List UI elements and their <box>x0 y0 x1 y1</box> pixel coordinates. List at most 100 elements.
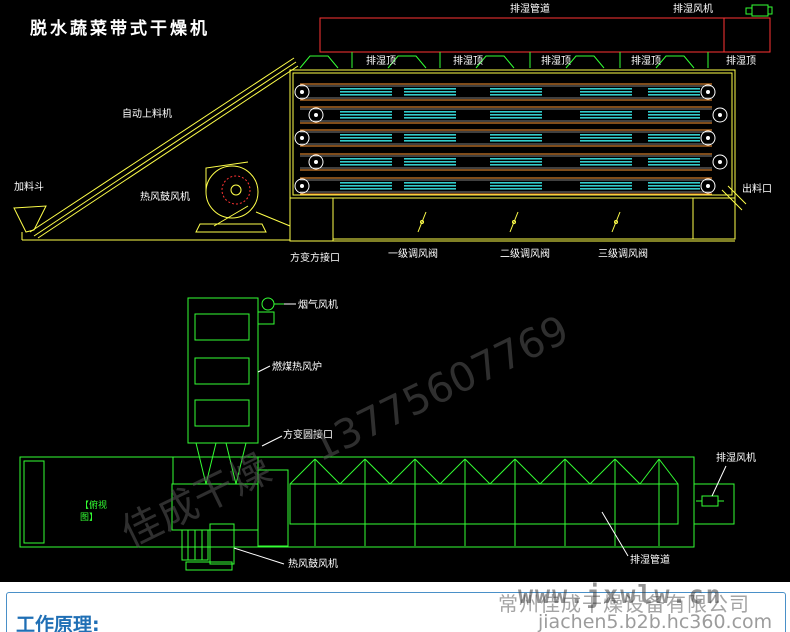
tray-strip <box>648 161 700 163</box>
roller-hub <box>314 160 318 164</box>
truss-line <box>489 458 516 485</box>
truss-line <box>658 458 679 485</box>
damper-1-label: 一级调风阀 <box>388 247 438 260</box>
truss-line <box>514 458 541 485</box>
tray-strip <box>490 88 542 90</box>
roller-hub <box>314 113 318 117</box>
tray-strip <box>490 164 542 166</box>
exhaust-top-label: 排湿顶 <box>726 54 756 67</box>
tray-strip <box>490 161 542 163</box>
exhaust-pipe-bottom-label: 排湿管道 <box>630 553 670 566</box>
smoke-fan-label: 烟气风机 <box>298 298 338 311</box>
tray-strip <box>580 185 632 187</box>
roller-hub <box>718 160 722 164</box>
material-trays <box>340 88 700 190</box>
truss-line <box>639 458 660 485</box>
tray-strip <box>340 185 392 187</box>
tray-strip <box>580 94 632 96</box>
exhaust-top-label: 排湿顶 <box>453 54 483 67</box>
hot-air-blower-label: 热风鼓风机 <box>140 190 190 203</box>
truss-line <box>589 458 616 485</box>
tray-strip <box>404 164 456 166</box>
tray-strip <box>648 134 700 136</box>
tray-strip <box>648 158 700 160</box>
tray-strip <box>404 91 456 93</box>
tray-strip <box>340 114 392 116</box>
tray-strip <box>648 91 700 93</box>
truss-line <box>339 458 366 485</box>
discharge-label: 出料口 <box>742 182 772 195</box>
truss-line <box>364 458 391 485</box>
tray-strip <box>404 182 456 184</box>
truss-line <box>389 458 416 485</box>
conveyor-belts <box>300 83 712 195</box>
tray-strip <box>490 117 542 119</box>
tray-strip <box>340 88 392 90</box>
tray-strip <box>580 158 632 160</box>
tray-strip <box>580 164 632 166</box>
tray-strip <box>340 94 392 96</box>
tray-strip <box>340 188 392 190</box>
tray-strip <box>648 114 700 116</box>
square-to-square-label: 方变方接口 <box>290 251 340 264</box>
tray-strip <box>490 111 542 113</box>
smoke-fan-icon <box>257 297 284 325</box>
tray-strip <box>648 182 700 184</box>
diagram-title: 脱水蔬菜带式干燥机 <box>30 18 210 39</box>
tray-strip <box>490 94 542 96</box>
watermark-phone: 13775607769 <box>304 307 576 471</box>
tray-strip <box>580 91 632 93</box>
hot-air-blower-bottom-label: 热风鼓风机 <box>288 557 338 570</box>
plan-view-label: 图】 <box>80 512 98 523</box>
exhaust-fan-icon <box>745 4 773 17</box>
truss-line <box>289 458 316 485</box>
truss-line <box>564 458 591 485</box>
tray-strip <box>580 134 632 136</box>
belt-rollers <box>294 84 728 194</box>
exhaust-top-label: 排湿顶 <box>541 54 571 67</box>
tray-strip <box>404 140 456 142</box>
tray-strip <box>340 117 392 119</box>
truss-line <box>464 458 491 485</box>
tray-strip <box>580 182 632 184</box>
exhaust-fan-right-icon <box>696 495 724 507</box>
damper-2-label: 二级调风阀 <box>500 247 550 260</box>
roller-hub <box>706 90 710 94</box>
tray-strip <box>648 111 700 113</box>
dampers <box>417 211 621 233</box>
principle-title: 工作原理: <box>16 614 100 632</box>
truss-line <box>539 458 566 485</box>
tray-strip <box>490 91 542 93</box>
tray-strip <box>490 182 542 184</box>
cad-drawing: 脱水蔬菜带式干燥机 排湿管道 排湿风机 排湿顶 排湿顶 排湿顶 排湿顶 排湿顶 <box>0 0 790 582</box>
tray-strip <box>580 114 632 116</box>
tray-strip <box>340 134 392 136</box>
top-exhaust-pipe-label: 排湿管道 <box>510 2 550 15</box>
tray-strip <box>340 91 392 93</box>
plan-view-label: 【俯视 <box>80 499 107 511</box>
feed-hopper-label: 加料斗 <box>14 180 44 193</box>
tray-strip <box>648 185 700 187</box>
tray-strip <box>490 140 542 142</box>
tray-strip <box>404 161 456 163</box>
tray-strip <box>404 185 456 187</box>
watermark-domain: jiachen5.b2b.hc360.com <box>538 611 773 632</box>
tray-strip <box>404 117 456 119</box>
tray-strip <box>404 94 456 96</box>
tray-strip <box>340 182 392 184</box>
coal-furnace-label: 燃煤热风炉 <box>272 360 322 373</box>
tray-strip <box>404 188 456 190</box>
coal-furnace <box>187 297 259 444</box>
roller-hub <box>300 184 304 188</box>
tray-strip <box>340 158 392 160</box>
roller-hub <box>706 136 710 140</box>
truss-line <box>414 458 441 485</box>
exhaust-fan-right-label: 排湿风机 <box>716 451 756 464</box>
tray-strip <box>580 117 632 119</box>
tray-strip <box>648 188 700 190</box>
hot-air-blower-icon <box>195 161 291 233</box>
tray-strip <box>490 134 542 136</box>
dryer-diagram: 脱水蔬菜带式干燥机 排湿管道 排湿风机 排湿顶 排湿顶 排湿顶 排湿顶 排湿顶 <box>13 2 773 571</box>
tray-strip <box>340 164 392 166</box>
tray-strip <box>404 88 456 90</box>
